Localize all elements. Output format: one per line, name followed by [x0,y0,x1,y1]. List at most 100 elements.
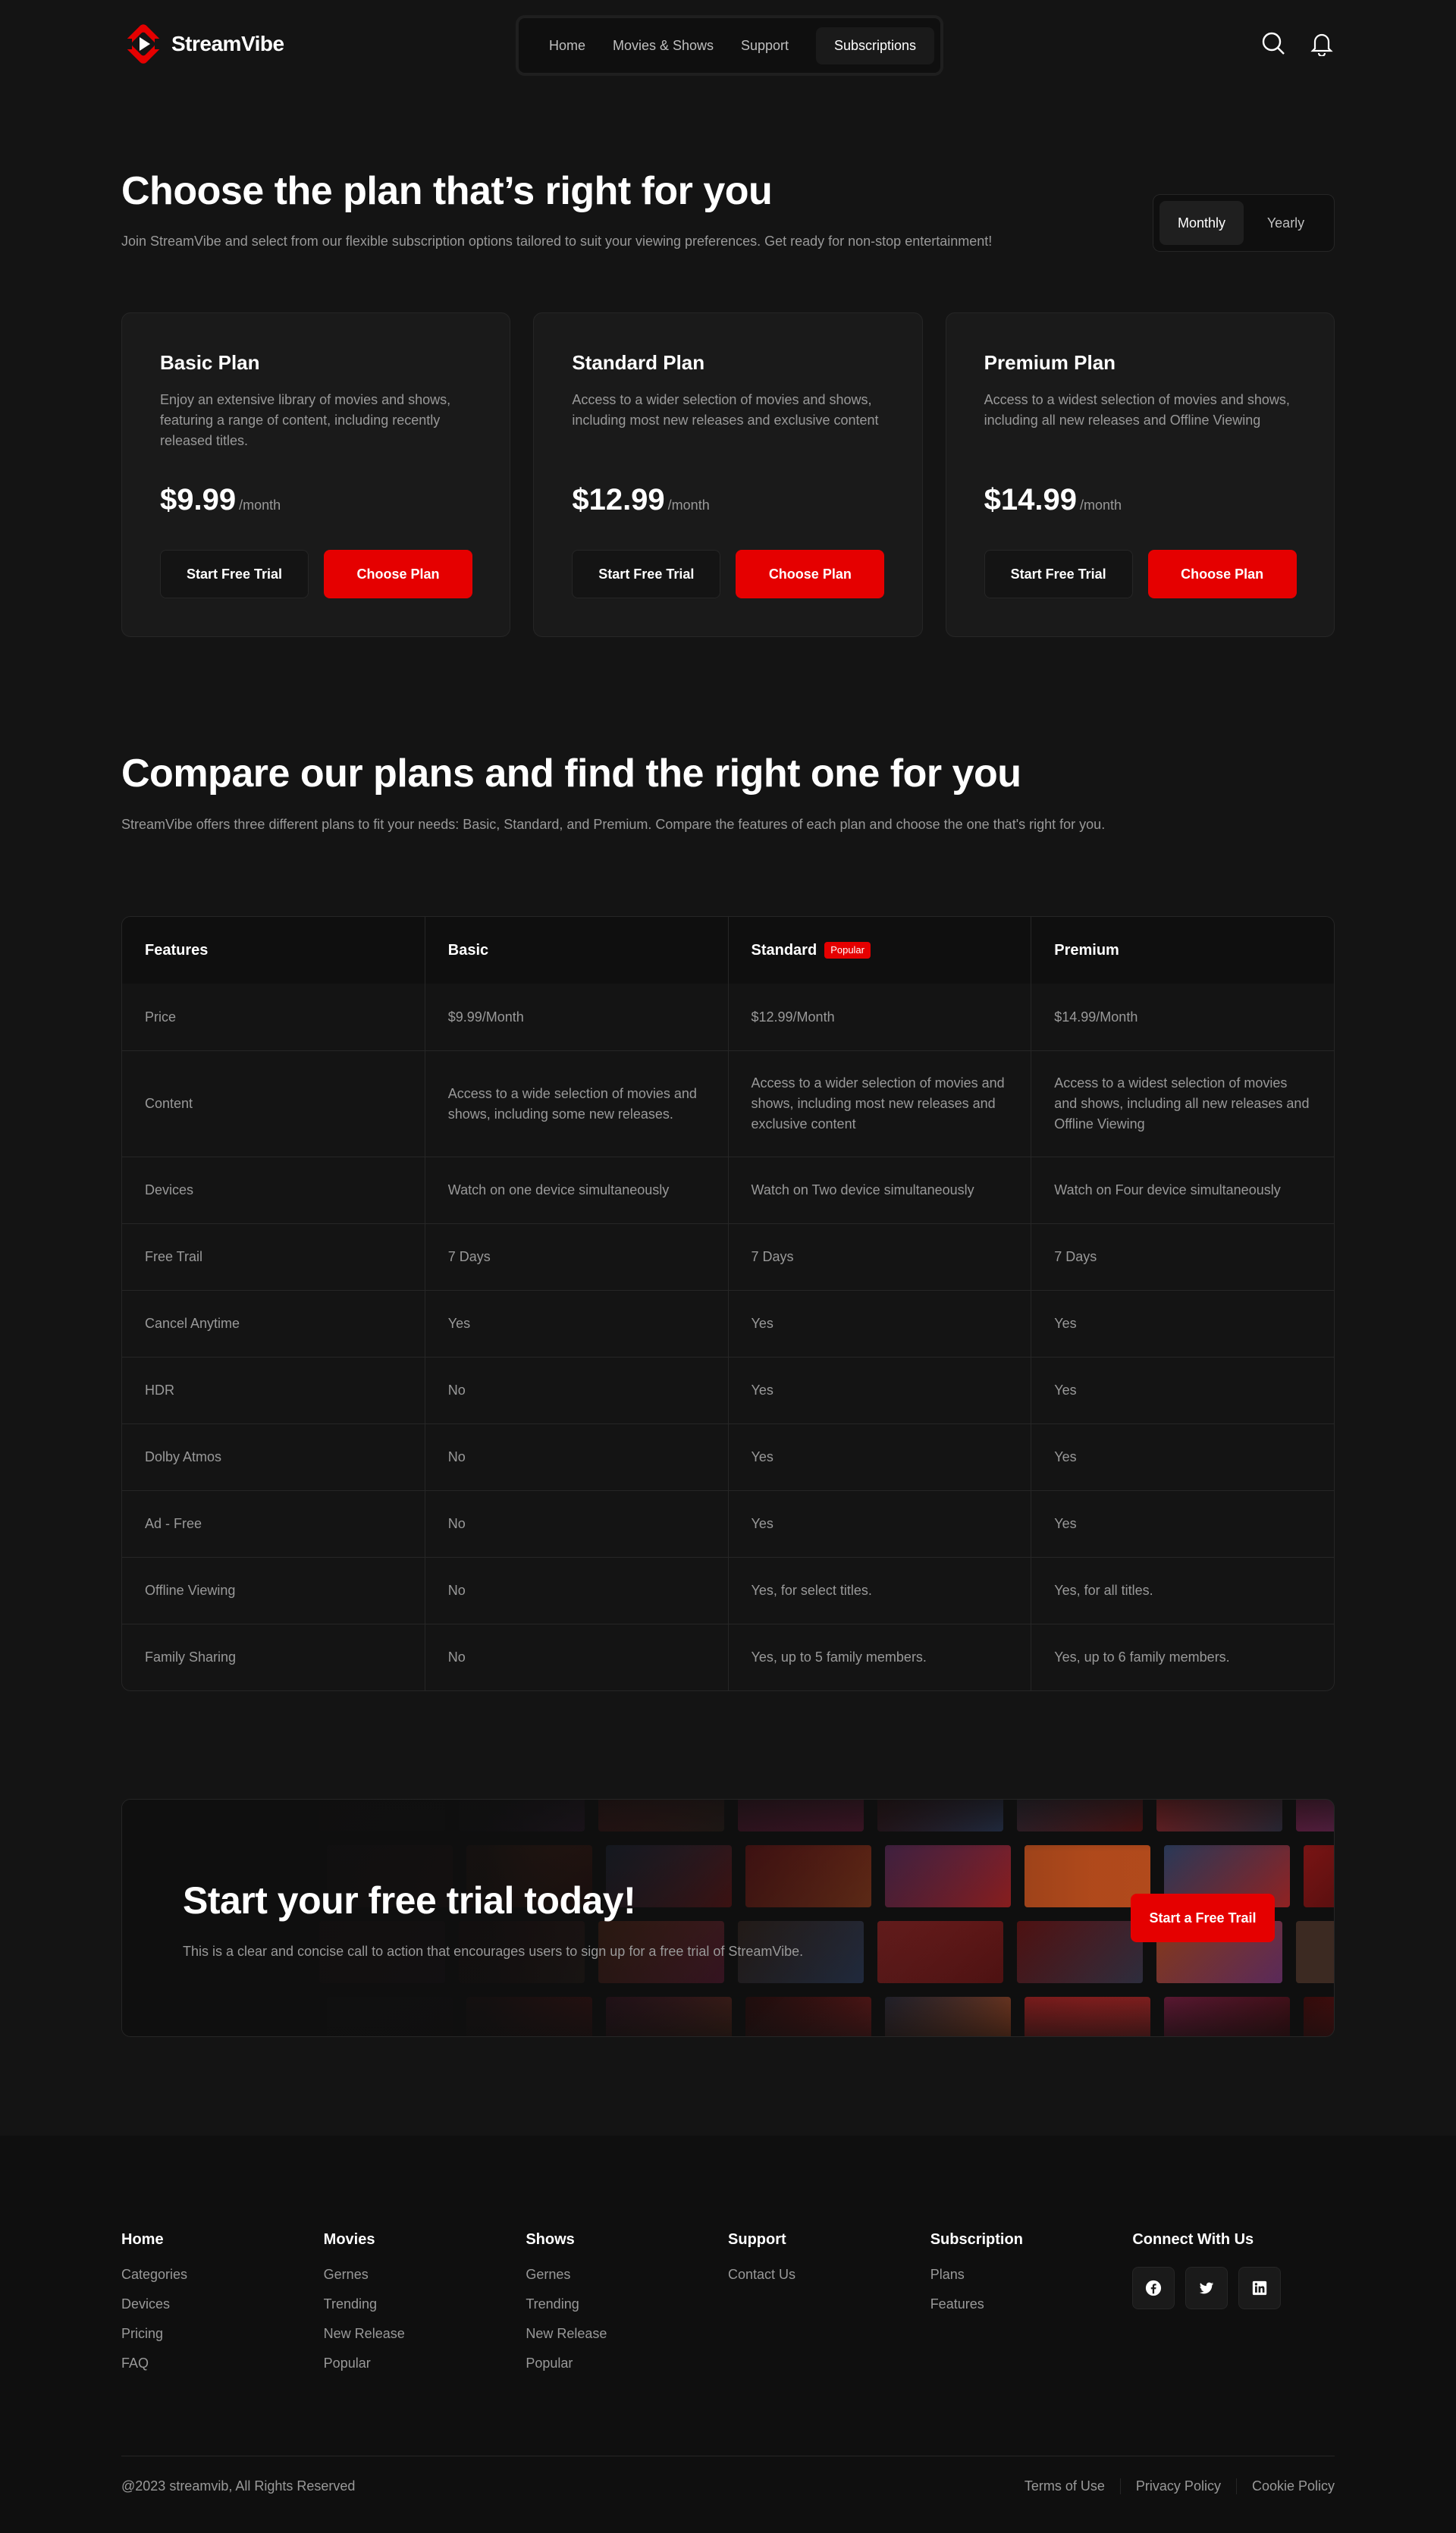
plan-cards: Basic Plan Enjoy an extensive library of… [121,312,1335,637]
feature-value-cell: Yes [424,1291,728,1357]
table-row: Family Sharing No Yes, up to 5 family memb… [122,1624,1334,1690]
footer-link[interactable]: Trending [324,2296,526,2312]
plan-actions: Start Free Trial Choose Plan [572,550,885,598]
feature-value-cell: Access to a widest selection of movies a… [1031,1051,1334,1157]
footer-link[interactable]: Devices [121,2296,324,2312]
plan-name: Premium Plan [984,351,1116,374]
footer-link[interactable]: Popular [526,2356,728,2371]
copyright: @2023 streamvib, All Rights Reserved [121,2478,356,2494]
footer-link[interactable]: New Release [526,2326,728,2342]
footer-link[interactable]: Gernes [324,2267,526,2283]
footer-col-connect: Connect With Us [1132,2231,1335,2385]
price-period: /month [667,497,710,513]
toggle-yearly[interactable]: Yearly [1244,201,1328,245]
plan-price: $9.99 /month [160,483,281,517]
compare-title: Compare our plans and find the right one… [121,752,1021,796]
choose-plan-button[interactable]: Choose Plan [324,550,472,598]
footer-link[interactable]: FAQ [121,2356,324,2371]
footer-col-title[interactable]: Movies [324,2231,526,2249]
plan-card-standard: Standard Plan Access to a wider selectio… [533,312,923,637]
footer-col-title[interactable]: Support [728,2231,930,2249]
nav-subscriptions[interactable]: Subscriptions [815,27,934,64]
linkedin-icon[interactable] [1238,2267,1282,2309]
footer-col-title[interactable]: Subscription [930,2231,1133,2249]
table-row: Price $9.99/Month $12.99/Month $14.99/Month [122,984,1334,1050]
footer-col-title[interactable]: Shows [526,2231,728,2249]
feature-value-cell: 7 Days [1031,1224,1334,1290]
footer-link[interactable]: Plans [930,2267,1133,2283]
footer-col-title: Connect With Us [1132,2231,1254,2248]
feature-name-cell: Ad - Free [145,1516,202,1531]
facebook-icon[interactable] [1132,2267,1175,2309]
main-nav: Home Movies & Shows Support Subscription… [516,15,943,76]
toggle-monthly[interactable]: Monthly [1159,201,1244,245]
terms-of-use-link[interactable]: Terms of Use [1009,2478,1120,2494]
footer-link[interactable]: Categories [121,2267,324,2283]
logo[interactable]: StreamVibe [121,21,284,67]
popular-badge: Popular [824,942,871,959]
start-free-trial-cta-button[interactable]: Start a Free Trail [1131,1894,1275,1942]
feature-value-cell: Yes, up to 5 family members. [727,1624,1031,1690]
plan-price: $12.99 /month [572,483,709,517]
cta-subtitle: This is a clear and concise call to acti… [183,1944,804,1959]
footer-col-home: Home Categories Devices Pricing FAQ [121,2231,324,2385]
feature-value-cell: Yes, for all titles. [1031,1558,1334,1624]
feature-name-cell: Family Sharing [145,1649,237,1665]
feature-value-cell: Watch on Two device simultaneously [727,1157,1031,1223]
footer-link[interactable]: Contact Us [728,2267,930,2283]
feature-value-cell: No [424,1558,728,1624]
feature-value-cell: $12.99/Month [727,984,1031,1050]
cookie-policy-link[interactable]: Cookie Policy [1235,2478,1335,2494]
footer-col-support: Support Contact Us [728,2231,930,2385]
plan-card-premium: Premium Plan Access to a widest selectio… [945,312,1335,637]
feature-value-cell: Yes [727,1491,1031,1557]
table-row: Cancel Anytime Yes Yes Yes [122,1290,1334,1357]
start-free-trial-button[interactable]: Start Free Trial [572,550,721,598]
footer-columns: Connect With Us Home Categories Devices Pri… [121,2231,1335,2385]
footer-col-subscription: Subscription Plans Features [930,2231,1133,2385]
plan-description: Access to a widest selection of movies a… [984,392,1290,428]
price-value: $12.99 [572,483,665,516]
feature-name-cell: Dolby Atmos [145,1449,222,1464]
header-basic: Basic [424,917,728,984]
feature-value-cell: Watch on Four device simultaneously [1031,1157,1334,1223]
footer-link[interactable]: Features [930,2296,1133,2312]
search-icon[interactable] [1260,30,1286,56]
twitter-icon[interactable] [1185,2267,1228,2309]
feature-value-cell: No [424,1624,728,1690]
table-row: Ad - Free No Yes Yes [122,1490,1334,1557]
nav-movies-shows[interactable]: Movies & Shows [613,38,714,54]
feature-name-cell: Offline Viewing [145,1583,236,1598]
feature-value-cell: Yes [1031,1424,1334,1490]
table-row: Offline Viewing No Yes, for select titles.… [122,1557,1334,1624]
footer-col-title[interactable]: Home [121,2231,324,2249]
feature-name-cell: HDR [145,1383,174,1398]
footer-link[interactable]: Gernes [526,2267,728,2283]
feature-name-cell: Cancel Anytime [145,1316,240,1331]
price-period: /month [239,497,281,513]
start-free-trial-button[interactable]: Start Free Trial [160,550,309,598]
feature-value-cell: Yes [1031,1291,1334,1357]
table-row: Devices Watch on one device simultaneousl… [122,1157,1334,1223]
privacy-policy-link[interactable]: Privacy Policy [1119,2478,1236,2494]
plan-description: Enjoy an extensive library of movies and… [160,392,451,448]
cta-title: Start your free trial today! [183,1879,636,1922]
footer-link[interactable]: New Release [324,2326,526,2342]
start-free-trial-button[interactable]: Start Free Trial [984,550,1133,598]
feature-value-cell: Yes [727,1424,1031,1490]
choose-plan-button[interactable]: Choose Plan [736,550,885,598]
footer-link[interactable]: Trending [526,2296,728,2312]
plan-price: $14.99 /month [984,483,1122,517]
footer-link[interactable]: Popular [324,2356,526,2371]
footer-col-movies: Movies Gernes Trending New Release Popular [324,2231,526,2385]
bell-icon[interactable] [1309,30,1335,58]
footer-link[interactable]: Pricing [121,2326,324,2342]
table-header-row: Features Basic Standard Popular Premium [122,917,1334,984]
feature-name-cell: Free Trail [145,1249,203,1264]
brand-name: StreamVibe [171,32,284,55]
legal-links: Terms of Use Privacy Policy Cookie Polic… [1009,2478,1335,2494]
nav-home[interactable]: Home [549,38,585,54]
feature-value-cell: 7 Days [727,1224,1031,1290]
choose-plan-button[interactable]: Choose Plan [1147,550,1297,598]
nav-support[interactable]: Support [741,38,789,54]
